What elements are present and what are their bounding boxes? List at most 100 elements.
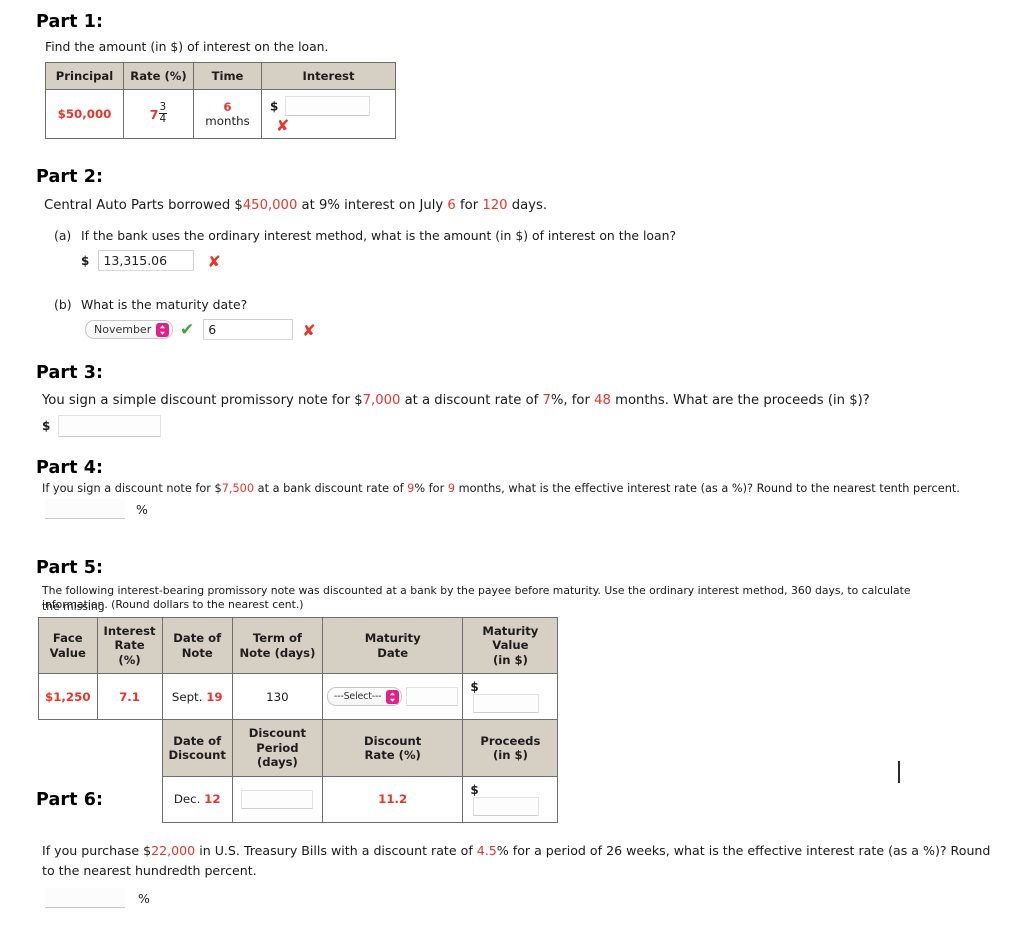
- th-proceeds-l1: Proceeds: [480, 733, 541, 748]
- part-6-title: Part 6:: [36, 790, 104, 810]
- th-interest: Interest: [261, 61, 396, 91]
- cell-spacer-4: [97, 776, 162, 822]
- part-5-table-wrap: Face Value Interest Rate (%) Date of Not…: [38, 616, 559, 823]
- p2-text-c: for: [455, 198, 483, 213]
- part-3-proceeds-input[interactable]: [58, 415, 162, 437]
- p4-text-c: % for: [414, 482, 448, 495]
- cell-interest: $ ✘: [261, 89, 396, 140]
- part-6-answer-row: %: [45, 888, 150, 908]
- part-2a-incorrect-icon: ✘: [207, 252, 221, 271]
- part-1-interest-input[interactable]: [285, 96, 371, 117]
- th-discount-period: Discount Period (days): [231, 719, 323, 777]
- interest-rate-value: 7.1: [119, 689, 140, 704]
- th-rate: Rate (%): [123, 61, 194, 91]
- part-2b-month-select[interactable]: November: [85, 320, 173, 339]
- p3-months: 48: [594, 393, 611, 408]
- part-4-prompt: If you sign a discount note for $7,500 a…: [42, 481, 1002, 497]
- th-date-of-discount-l1: Date of: [173, 733, 222, 748]
- p6-amount: 22,000: [151, 843, 196, 858]
- th-maturity-value: Maturity Value (in $): [462, 616, 559, 675]
- p6-text-b: in U.S. Treasury Bills with a discount r…: [195, 843, 477, 858]
- part-2-prompt: Central Auto Parts borrowed $450,000 at …: [44, 196, 744, 216]
- part-5-proceeds-input[interactable]: [473, 796, 540, 816]
- p3-text-c: %, for: [550, 393, 595, 408]
- table-row: $50,000 7 3 4 6 months $ ✘: [45, 89, 396, 140]
- th-proceeds: Proceeds (in $): [462, 719, 559, 777]
- part-5-discount-period-input[interactable]: [241, 789, 314, 809]
- cell-date-of-discount: Dec. 12: [161, 775, 233, 823]
- maturity-value-dollar-sign: $: [470, 680, 479, 695]
- face-value-value: $1,250: [45, 689, 91, 704]
- cell-discount-period: [231, 775, 323, 823]
- part-2b-day-input[interactable]: [203, 319, 294, 340]
- part-2a-answer-row: $ ✘: [81, 250, 221, 271]
- th-interest-rate-l2: Rate (%): [114, 638, 145, 667]
- worksheet-page: Part 1: Find the amount (in $) of intere…: [0, 0, 1024, 939]
- part-5-maturity-value-input[interactable]: [473, 694, 540, 714]
- time-value: 6: [223, 100, 232, 115]
- part-2-title: Part 2:: [36, 167, 104, 187]
- p3-text-d: months. What are the proceeds (in $)?: [610, 393, 870, 408]
- th-principal: Principal: [45, 61, 124, 91]
- rate-mixed-number: 7 3 4: [149, 101, 168, 126]
- th-date-of-discount: Date of Discount: [161, 719, 233, 777]
- p2-text-b: at 9% interest on July: [297, 198, 448, 213]
- cell-interest-rate: 7.1: [96, 673, 163, 721]
- cell-proceeds: $: [462, 775, 559, 823]
- part-6-percent-sign: %: [138, 890, 150, 906]
- part-5-title: Part 5:: [36, 558, 104, 578]
- th-discount-period-l1: Discount: [248, 726, 307, 741]
- th-discount-rate-l1: Discount: [363, 733, 422, 748]
- part-1-incorrect-icon: ✘: [276, 116, 290, 136]
- discount-rate-value: 11.2: [378, 792, 408, 807]
- p2-day: 6: [447, 198, 456, 213]
- part-6-prompt: If you purchase $22,000 in U.S. Treasury…: [42, 841, 997, 880]
- part-5-table: Face Value Interest Rate (%) Date of Not…: [38, 616, 559, 823]
- th-proceeds-l2: (in $): [492, 748, 528, 763]
- table-row-note: $1,250 7.1 Sept. 19 130 ---Select--- $: [38, 673, 559, 721]
- part-2a-interest-input[interactable]: [98, 250, 195, 271]
- th-maturity-value-l2: Value: [492, 638, 529, 653]
- part-4-percent-sign: %: [136, 501, 148, 517]
- p4-text-d: months, what is the effective interest r…: [455, 482, 960, 495]
- th-discount-rate: Discount Rate (%): [321, 719, 464, 777]
- text-cursor-caret: [898, 761, 900, 783]
- part-2b-label: (b): [54, 297, 72, 312]
- cell-maturity-value: $: [462, 673, 559, 721]
- part-3-answer-row: $: [42, 415, 162, 437]
- th-interest-rate-l1: Interest: [103, 624, 156, 638]
- select-stepper-icon[interactable]: [386, 689, 400, 704]
- select-stepper-icon[interactable]: [156, 322, 170, 337]
- part-5-maturity-day-input[interactable]: [406, 687, 459, 707]
- part-6-rate-input[interactable]: [45, 888, 125, 908]
- th-maturity-date-l1: Maturity: [364, 631, 421, 646]
- cell-term-of-note: 130: [231, 673, 323, 721]
- part-5-maturity-month-select[interactable]: ---Select---: [326, 687, 403, 707]
- th-face-value-l1: Face: [52, 631, 83, 646]
- part-4-rate-input[interactable]: [45, 499, 125, 519]
- part-1-title: Part 1:: [36, 12, 104, 32]
- th-maturity-date-l2: Date: [377, 645, 409, 660]
- part-3-dollar-sign: $: [42, 419, 51, 433]
- th-maturity-value-l1: Maturity: [482, 624, 539, 638]
- th-interest-rate: Interest Rate (%): [96, 616, 163, 675]
- maturity-date-controls: ---Select---: [326, 687, 459, 707]
- th-maturity-date: Maturity Date: [321, 616, 464, 675]
- rate-whole: 7: [149, 106, 159, 122]
- date-of-note-day: 19: [206, 689, 223, 704]
- cell-time: 6 months: [193, 89, 262, 140]
- date-of-note-month: Sept.: [171, 689, 203, 704]
- cell-face-value: $1,250: [38, 673, 98, 721]
- table-header-row-2: Date of Discount Discount Period (days) …: [39, 719, 559, 777]
- part-2a-label: (a): [54, 228, 72, 243]
- part-1-table: Principal Rate (%) Time Interest $50,000…: [45, 61, 396, 140]
- table-row-discount: Dec. 12 11.2 $: [39, 775, 559, 823]
- rate-denominator: 4: [159, 112, 167, 125]
- th-date-of-discount-l2: Discount: [168, 748, 226, 763]
- p6-rate: 4.5: [476, 843, 497, 858]
- th-discount-rate-l2: Rate (%): [364, 748, 421, 763]
- part-1-table-wrap: Principal Rate (%) Time Interest $50,000…: [45, 61, 396, 140]
- cell-maturity-date: ---Select---: [321, 673, 464, 721]
- part-2a-question: If the bank uses the ordinary interest m…: [81, 228, 677, 243]
- th-term-of-note-l1: Term of: [252, 631, 302, 646]
